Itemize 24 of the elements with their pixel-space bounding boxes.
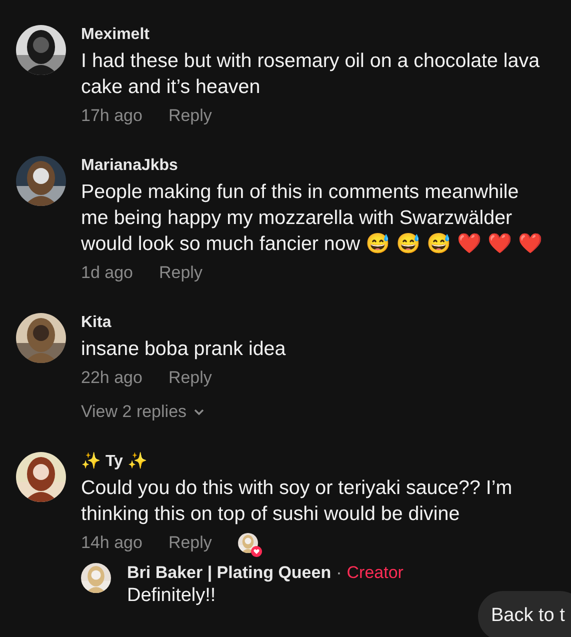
creator-label: Creator	[346, 563, 404, 583]
username[interactable]: Kita	[81, 313, 545, 333]
timestamp: 1d ago	[81, 263, 133, 283]
comment-text: Definitely!!	[127, 584, 217, 608]
separator: ·	[336, 563, 342, 583]
timestamp: 17h ago	[81, 106, 142, 126]
comment-text: I had these but with rosemary oil on a chocolate lava cake and it’s heaven	[81, 49, 541, 100]
username[interactable]: Bri Baker | Plating Queen	[127, 563, 332, 583]
timestamp: 22h ago	[81, 368, 142, 388]
chevron-down-icon	[192, 408, 205, 416]
username[interactable]: MarianaJkbs	[81, 156, 545, 176]
view-replies-button[interactable]: View 2 replies	[81, 402, 545, 422]
username[interactable]: Meximelt	[81, 25, 545, 45]
reply-button[interactable]: Reply	[168, 106, 212, 126]
heart-icon	[250, 546, 262, 557]
back-to-top-button[interactable]: Back to t	[478, 591, 571, 637]
timestamp: 14h ago	[81, 533, 142, 553]
reply-button[interactable]: Reply	[168, 368, 212, 388]
comment-text: People making fun of this in comments meanwhile me being happy my mozzarella with Swarzwälder would look so much fancier now 😅 😅 😅 ❤ ❤ ❤	[81, 180, 544, 257]
reply-button[interactable]: Reply	[168, 533, 212, 553]
username[interactable]: ✨ Ty ✨	[81, 452, 545, 472]
reply-button[interactable]: Reply	[159, 263, 202, 283]
comment-text: Could you do this with soy or teriyaki sauce?? I’m thinking this on top of sushi would be divine	[81, 476, 514, 527]
comment-text: insane boba prank idea	[81, 337, 287, 362]
